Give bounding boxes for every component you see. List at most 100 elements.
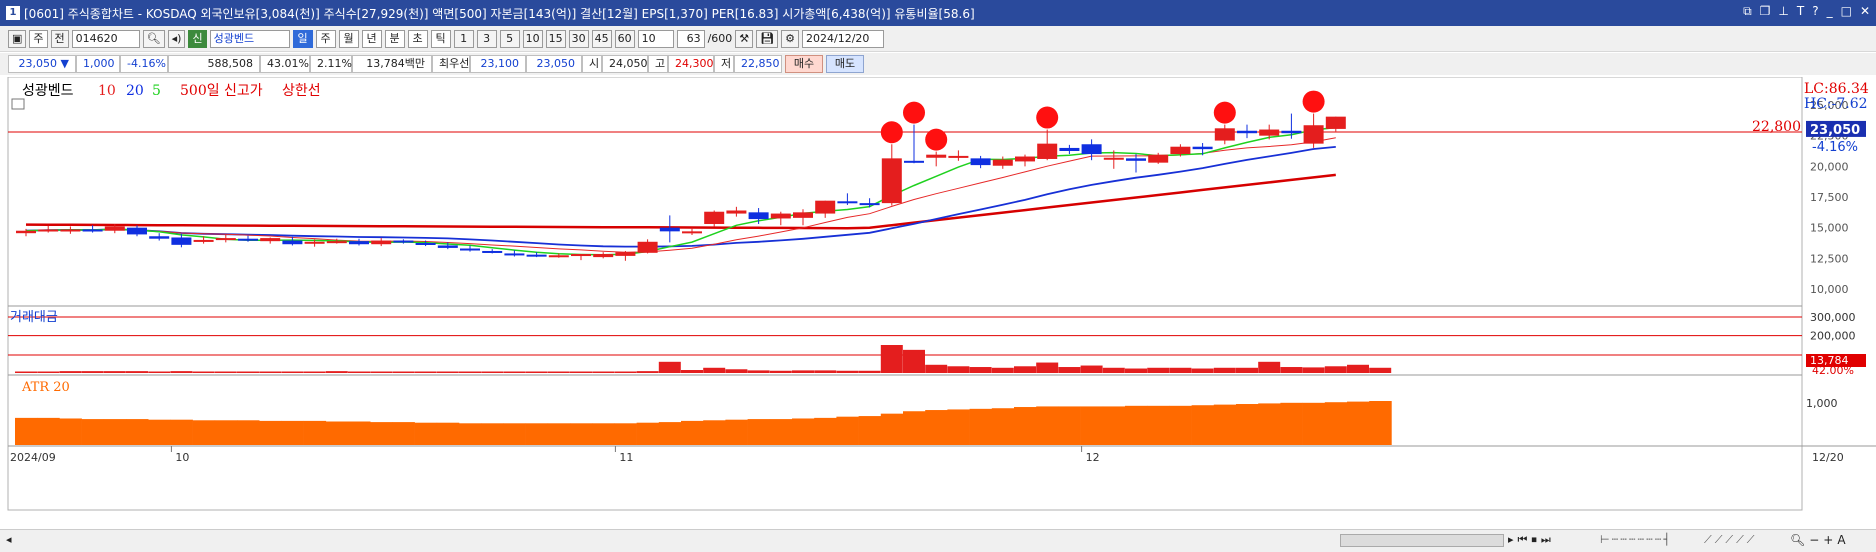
candle[interactable] [548,255,569,258]
draw-tools-icon[interactable]: ⟋⟋⟋⟋⟋ [1704,533,1758,547]
candle[interactable] [415,243,436,245]
candle[interactable] [260,238,281,242]
candle[interactable] [482,250,503,253]
period-day[interactable]: 일 [292,29,313,48]
candle[interactable] [437,245,458,248]
minute-15[interactable]: 15 [545,29,566,48]
candle[interactable] [837,201,858,204]
chart-settings-icon[interactable]: ▣ [8,29,27,48]
candle[interactable] [1281,130,1302,134]
candle[interactable] [571,254,591,257]
search-icon[interactable]: 🔍︎ [142,29,165,48]
candle[interactable] [748,212,769,220]
candle[interactable] [637,241,658,253]
scroll-left-icon[interactable]: ◂ [6,533,12,546]
candle[interactable] [171,237,192,245]
stock-chart[interactable]: 22,800 300,000200,00013,78442.00% 25,000… [0,77,1876,529]
candle[interactable] [859,203,880,206]
candle[interactable] [1015,156,1035,162]
candle[interactable] [1303,125,1324,144]
candle[interactable] [1037,143,1058,159]
candle[interactable] [926,154,947,158]
candle[interactable] [82,229,103,232]
copy-icon[interactable]: ❐ [1760,4,1771,19]
count-select[interactable]: 10 [637,29,674,48]
candle[interactable] [238,238,258,241]
candle[interactable] [948,155,969,158]
candle[interactable] [16,230,36,234]
candle[interactable] [460,248,480,251]
candle[interactable] [593,254,614,258]
buy-button[interactable]: 매수 [785,55,823,73]
date-input[interactable]: 2024/12/20 [802,29,884,48]
candle[interactable] [127,227,147,235]
candle[interactable] [815,200,836,214]
restore-icon[interactable]: ⧉ [1743,4,1752,19]
indicator-select[interactable]: 성광벤드 [209,29,290,48]
candle[interactable] [349,241,369,245]
candle[interactable] [60,229,81,232]
close-icon[interactable]: ✕ [1860,4,1870,19]
save-icon[interactable]: 💾︎ [756,29,779,48]
zoom-controls-icon[interactable]: 🔍︎−+A [1790,533,1850,547]
candle[interactable] [215,238,236,241]
candle[interactable] [904,160,924,163]
minute-30[interactable]: 30 [568,29,589,48]
help-icon[interactable]: ? [1812,4,1818,19]
candle[interactable] [371,240,392,245]
period-month[interactable]: 월 [338,29,359,48]
tools-icon[interactable]: ⚒ [735,29,754,48]
candle[interactable] [1103,157,1124,160]
maximize-icon[interactable]: □ [1841,4,1852,19]
page-input[interactable]: 63 [676,29,705,48]
font-icon[interactable]: T [1797,4,1804,19]
candle[interactable] [793,212,813,218]
period-minute[interactable]: 분 [384,29,405,48]
candle[interactable] [682,231,702,234]
candle[interactable] [1170,146,1191,155]
scroll-thumb[interactable] [1340,534,1504,547]
type-select[interactable]: 주 [29,29,48,48]
candle[interactable] [282,240,303,245]
candle[interactable] [1214,128,1235,141]
candle[interactable] [104,226,125,231]
minute-60[interactable]: 60 [614,29,635,48]
all-button[interactable]: 전 [50,29,69,48]
gear-icon[interactable]: ⚙ [781,29,799,48]
candle[interactable] [1059,147,1080,151]
chart-option-icon[interactable] [11,98,25,110]
candle[interactable] [526,254,547,257]
nav-buttons[interactable]: ▸⏮⏹⏭ [1508,533,1555,547]
candle[interactable] [1148,154,1169,163]
minute-5[interactable]: 5 [499,29,520,48]
minute-45[interactable]: 45 [591,29,612,48]
indicator-name[interactable]: 성광벤드 [22,83,74,99]
minute-10[interactable]: 10 [522,29,543,48]
candle[interactable] [659,227,680,232]
code-input[interactable]: 014620 [71,29,140,48]
period-second[interactable]: 초 [407,29,428,48]
candle[interactable] [726,210,747,214]
candle[interactable] [1259,129,1280,136]
candle[interactable] [326,241,347,244]
candle[interactable] [992,159,1013,166]
candle[interactable] [1325,116,1346,129]
candle[interactable] [704,211,725,224]
candle[interactable] [970,158,991,166]
candle[interactable] [615,252,636,256]
candle[interactable] [393,240,414,243]
sound-icon[interactable]: ◂) [167,29,186,48]
period-year[interactable]: 년 [361,29,382,48]
candle[interactable] [1192,146,1213,150]
candle[interactable] [1081,144,1102,155]
candle[interactable] [149,236,170,239]
candle[interactable] [1237,130,1257,134]
candle[interactable] [1126,158,1146,161]
candle[interactable] [881,158,902,204]
candle[interactable] [38,229,59,232]
candle[interactable] [770,213,791,219]
candle[interactable] [193,239,214,242]
minute-1[interactable]: 1 [453,29,474,48]
candle[interactable] [304,241,325,244]
period-week[interactable]: 주 [315,29,336,48]
